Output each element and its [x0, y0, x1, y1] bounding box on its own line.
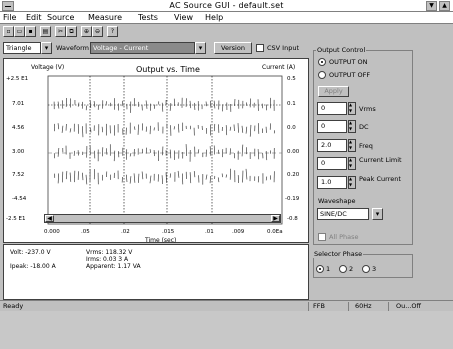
- status-divider: [348, 302, 349, 311]
- freq-input[interactable]: 2.0: [317, 139, 347, 152]
- waveform-label: Waveform: [56, 44, 89, 52]
- plot-scrollbar[interactable]: ◀ ▶: [44, 214, 281, 223]
- ipeak-readout: Ipeak: -18.00 A: [10, 263, 56, 270]
- csv-checkbox-label: CSV Input: [267, 44, 300, 52]
- waveshape-label: Waveshape: [318, 197, 356, 205]
- version-button[interactable]: Version: [214, 42, 252, 54]
- csv-checkbox[interactable]: [256, 44, 264, 52]
- current-limit-input[interactable]: 0: [317, 157, 347, 170]
- volt-readout: Volt: -237.0 V: [10, 249, 51, 256]
- x-tick: .009: [232, 229, 245, 235]
- desktop-area: [0, 311, 453, 349]
- vrms-readout: Vrms: 118.32 V: [86, 249, 133, 256]
- output-control-group: Output Control OUTPUT ON OUTPUT OFF Appl…: [313, 46, 413, 245]
- output-off-radio[interactable]: [318, 71, 326, 79]
- selector-phase-title: Selector Phase: [313, 250, 364, 258]
- x-tick: 0.0Ea: [267, 229, 283, 235]
- status-text: Ready: [3, 302, 24, 310]
- phase-3-label: 3: [372, 265, 377, 273]
- peak-current-label: Peak Current: [359, 175, 401, 183]
- title-bar: AC Source GUI - default.set ▼ ▲: [0, 0, 453, 12]
- waveshape-dropdown-icon[interactable]: ▾: [372, 208, 383, 220]
- menu-tests[interactable]: Tests: [138, 13, 158, 22]
- print-icon[interactable]: ▤: [40, 26, 51, 37]
- help-icon[interactable]: ?: [107, 26, 118, 37]
- window-title: AC Source GUI - default.set: [169, 1, 284, 10]
- waveform-row: Triangle ▾ Waveform Voltage - Current ▾ …: [0, 40, 310, 56]
- x-tick: 0.000: [44, 229, 60, 235]
- all-phase-checkbox[interactable]: [318, 233, 326, 241]
- app-window: AC Source GUI - default.set ▼ ▲ File Edi…: [0, 0, 453, 311]
- freq-label: Freq: [359, 142, 373, 150]
- menu-help[interactable]: Help: [205, 13, 223, 22]
- menu-measure[interactable]: Measure: [88, 13, 122, 22]
- irms-readout: Irms: 0.03 3 A: [86, 256, 129, 263]
- dc-label: DC: [359, 123, 369, 131]
- status-divider: [388, 302, 389, 311]
- output-on-radio[interactable]: [318, 58, 326, 66]
- menu-file[interactable]: File: [3, 13, 16, 22]
- status-cell: 60Hz: [355, 302, 372, 310]
- scroll-left-icon[interactable]: ◀: [45, 215, 54, 222]
- status-divider: [308, 302, 309, 311]
- menu-edit[interactable]: Edit: [26, 13, 42, 22]
- current-limit-spin-icon[interactable]: [348, 157, 356, 170]
- readout-panel: Volt: -237.0 V Vrms: 118.32 V Irms: 0.03…: [3, 244, 309, 300]
- status-cell: FFB: [313, 302, 325, 310]
- phase-2-label: 2: [349, 265, 354, 273]
- minimize-button[interactable]: ▼: [426, 1, 437, 11]
- status-cell: Ou...Off: [396, 302, 422, 310]
- new-icon[interactable]: ▫: [3, 26, 14, 37]
- vrms-label: Vrms: [359, 105, 376, 113]
- selector-phase-group: Selector Phase 1 2 3: [313, 250, 413, 278]
- open-icon[interactable]: ▭: [14, 26, 25, 37]
- cut-icon[interactable]: ✂: [55, 26, 66, 37]
- all-phase-label: All Phase: [329, 233, 359, 241]
- x-tick: .02: [121, 229, 130, 235]
- copy-icon[interactable]: ⧉: [66, 26, 77, 37]
- phase-2-radio[interactable]: [339, 265, 347, 273]
- waveform-select[interactable]: Voltage - Current: [90, 42, 195, 54]
- vrms-input[interactable]: 0: [317, 102, 347, 115]
- phase-1-label: 1: [326, 265, 331, 273]
- menu-source[interactable]: Source: [47, 13, 74, 22]
- zoom-out-icon[interactable]: ⊖: [92, 26, 103, 37]
- output-off-label: OUTPUT OFF: [329, 71, 371, 79]
- vrms-spin-icon[interactable]: [348, 102, 356, 115]
- mode-select[interactable]: Triangle: [3, 42, 41, 54]
- scroll-right-icon[interactable]: ▶: [271, 215, 280, 222]
- mode-dropdown-icon[interactable]: ▾: [41, 42, 52, 54]
- freq-spin-icon[interactable]: [348, 139, 356, 152]
- x-tick: .01: [205, 229, 214, 235]
- apply-button[interactable]: Apply: [318, 86, 349, 97]
- x-tick: .05: [81, 229, 90, 235]
- maximize-button[interactable]: ▲: [439, 1, 450, 11]
- dc-input[interactable]: 0: [317, 120, 347, 133]
- toolbar: ▫ ▭ ▪ ▤ ✂ ⧉ ⊕ ⊖ ?: [0, 25, 453, 39]
- output-on-label: OUTPUT ON: [329, 58, 368, 66]
- status-bar: Ready FFB 60Hz Ou...Off: [0, 300, 453, 311]
- dc-spin-icon[interactable]: [348, 120, 356, 133]
- save-icon[interactable]: ▪: [25, 26, 36, 37]
- menu-bar: File Edit Source Measure Tests View Help: [0, 12, 453, 24]
- zoom-in-icon[interactable]: ⊕: [81, 26, 92, 37]
- output-control-title: Output Control: [316, 46, 367, 54]
- x-tick: .015: [162, 229, 175, 235]
- peak-current-input[interactable]: 1.0: [317, 176, 347, 189]
- current-limit-label: Current Limit: [359, 156, 402, 164]
- waveshape-select[interactable]: SINE/DC: [317, 208, 369, 220]
- phase-1-radio[interactable]: [316, 265, 324, 273]
- apparent-readout: Apparent: 1.17 VA: [86, 263, 141, 270]
- phase-3-radio[interactable]: [362, 265, 370, 273]
- peak-current-spin-icon[interactable]: [348, 176, 356, 189]
- waveform-dropdown-icon[interactable]: ▾: [195, 42, 206, 54]
- menu-view[interactable]: View: [174, 13, 193, 22]
- x-axis-label: Time (sec): [145, 237, 177, 244]
